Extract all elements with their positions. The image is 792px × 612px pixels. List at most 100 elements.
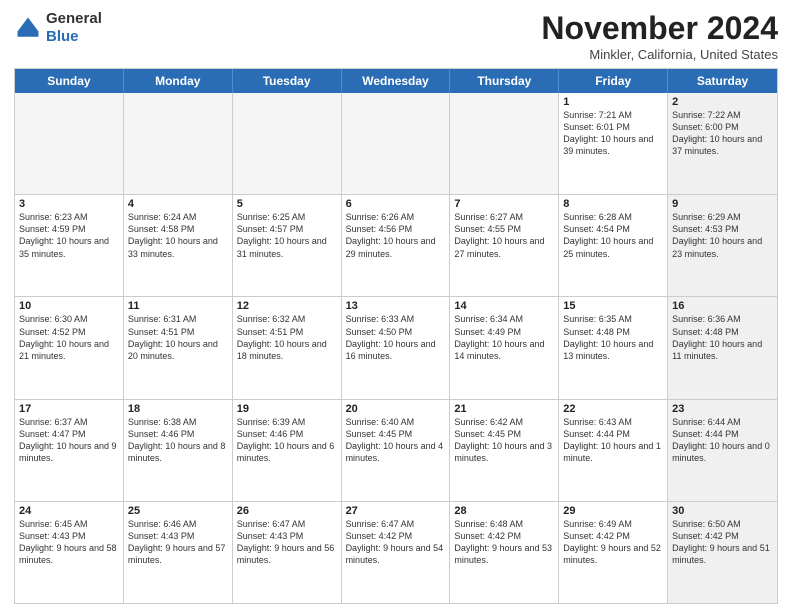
cell-info: Sunrise: 6:42 AM Sunset: 4:45 PM Dayligh… xyxy=(454,416,554,465)
day-number: 14 xyxy=(454,300,554,312)
cell-info: Sunrise: 7:22 AM Sunset: 6:00 PM Dayligh… xyxy=(672,109,773,158)
calendar-cell: 2Sunrise: 7:22 AM Sunset: 6:00 PM Daylig… xyxy=(668,93,777,194)
cell-info: Sunrise: 6:29 AM Sunset: 4:53 PM Dayligh… xyxy=(672,211,773,260)
calendar-cell: 26Sunrise: 6:47 AM Sunset: 4:43 PM Dayli… xyxy=(233,502,342,603)
calendar-cell: 25Sunrise: 6:46 AM Sunset: 4:43 PM Dayli… xyxy=(124,502,233,603)
day-number: 27 xyxy=(346,505,446,517)
day-number: 22 xyxy=(563,403,663,415)
day-number: 16 xyxy=(672,300,773,312)
calendar-cell xyxy=(450,93,559,194)
calendar-cell: 17Sunrise: 6:37 AM Sunset: 4:47 PM Dayli… xyxy=(15,400,124,501)
cell-info: Sunrise: 6:30 AM Sunset: 4:52 PM Dayligh… xyxy=(19,313,119,362)
day-of-week-header: Wednesday xyxy=(342,69,451,93)
logo-general: General xyxy=(46,10,102,27)
cell-info: Sunrise: 6:33 AM Sunset: 4:50 PM Dayligh… xyxy=(346,313,446,362)
calendar-cell: 5Sunrise: 6:25 AM Sunset: 4:57 PM Daylig… xyxy=(233,195,342,296)
calendar-cell: 14Sunrise: 6:34 AM Sunset: 4:49 PM Dayli… xyxy=(450,297,559,398)
calendar-cell: 18Sunrise: 6:38 AM Sunset: 4:46 PM Dayli… xyxy=(124,400,233,501)
day-number: 7 xyxy=(454,198,554,210)
logo-blue: Blue xyxy=(46,28,79,45)
calendar-body: 1Sunrise: 7:21 AM Sunset: 6:01 PM Daylig… xyxy=(15,93,777,603)
cell-info: Sunrise: 6:25 AM Sunset: 4:57 PM Dayligh… xyxy=(237,211,337,260)
calendar-cell: 30Sunrise: 6:50 AM Sunset: 4:42 PM Dayli… xyxy=(668,502,777,603)
logo: General Blue xyxy=(14,10,102,46)
cell-info: Sunrise: 6:28 AM Sunset: 4:54 PM Dayligh… xyxy=(563,211,663,260)
day-number: 25 xyxy=(128,505,228,517)
calendar-cell: 27Sunrise: 6:47 AM Sunset: 4:42 PM Dayli… xyxy=(342,502,451,603)
cell-info: Sunrise: 7:21 AM Sunset: 6:01 PM Dayligh… xyxy=(563,109,663,158)
day-number: 20 xyxy=(346,403,446,415)
cell-info: Sunrise: 6:26 AM Sunset: 4:56 PM Dayligh… xyxy=(346,211,446,260)
calendar-cell: 8Sunrise: 6:28 AM Sunset: 4:54 PM Daylig… xyxy=(559,195,668,296)
day-number: 23 xyxy=(672,403,773,415)
calendar-row: 24Sunrise: 6:45 AM Sunset: 4:43 PM Dayli… xyxy=(15,502,777,603)
calendar-cell: 1Sunrise: 7:21 AM Sunset: 6:01 PM Daylig… xyxy=(559,93,668,194)
day-number: 3 xyxy=(19,198,119,210)
calendar-cell: 13Sunrise: 6:33 AM Sunset: 4:50 PM Dayli… xyxy=(342,297,451,398)
calendar-row: 10Sunrise: 6:30 AM Sunset: 4:52 PM Dayli… xyxy=(15,297,777,399)
day-number: 5 xyxy=(237,198,337,210)
day-number: 8 xyxy=(563,198,663,210)
calendar-row: 3Sunrise: 6:23 AM Sunset: 4:59 PM Daylig… xyxy=(15,195,777,297)
cell-info: Sunrise: 6:27 AM Sunset: 4:55 PM Dayligh… xyxy=(454,211,554,260)
cell-info: Sunrise: 6:49 AM Sunset: 4:42 PM Dayligh… xyxy=(563,518,663,567)
day-of-week-header: Friday xyxy=(559,69,668,93)
day-number: 21 xyxy=(454,403,554,415)
day-of-week-header: Monday xyxy=(124,69,233,93)
day-number: 4 xyxy=(128,198,228,210)
logo-text: General Blue xyxy=(46,10,102,46)
calendar-cell: 29Sunrise: 6:49 AM Sunset: 4:42 PM Dayli… xyxy=(559,502,668,603)
day-number: 17 xyxy=(19,403,119,415)
calendar-cell: 3Sunrise: 6:23 AM Sunset: 4:59 PM Daylig… xyxy=(15,195,124,296)
calendar-cell: 23Sunrise: 6:44 AM Sunset: 4:44 PM Dayli… xyxy=(668,400,777,501)
cell-info: Sunrise: 6:39 AM Sunset: 4:46 PM Dayligh… xyxy=(237,416,337,465)
calendar-cell: 15Sunrise: 6:35 AM Sunset: 4:48 PM Dayli… xyxy=(559,297,668,398)
day-of-week-header: Thursday xyxy=(450,69,559,93)
cell-info: Sunrise: 6:40 AM Sunset: 4:45 PM Dayligh… xyxy=(346,416,446,465)
calendar-cell: 7Sunrise: 6:27 AM Sunset: 4:55 PM Daylig… xyxy=(450,195,559,296)
calendar-cell: 19Sunrise: 6:39 AM Sunset: 4:46 PM Dayli… xyxy=(233,400,342,501)
day-of-week-header: Sunday xyxy=(15,69,124,93)
calendar-cell: 16Sunrise: 6:36 AM Sunset: 4:48 PM Dayli… xyxy=(668,297,777,398)
header: General Blue November 2024 Minkler, Cali… xyxy=(14,10,778,62)
day-number: 15 xyxy=(563,300,663,312)
cell-info: Sunrise: 6:46 AM Sunset: 4:43 PM Dayligh… xyxy=(128,518,228,567)
page: General Blue November 2024 Minkler, Cali… xyxy=(0,0,792,612)
day-number: 29 xyxy=(563,505,663,517)
day-number: 30 xyxy=(672,505,773,517)
calendar-row: 1Sunrise: 7:21 AM Sunset: 6:01 PM Daylig… xyxy=(15,93,777,195)
cell-info: Sunrise: 6:43 AM Sunset: 4:44 PM Dayligh… xyxy=(563,416,663,465)
calendar-cell: 22Sunrise: 6:43 AM Sunset: 4:44 PM Dayli… xyxy=(559,400,668,501)
calendar-cell: 4Sunrise: 6:24 AM Sunset: 4:58 PM Daylig… xyxy=(124,195,233,296)
day-of-week-header: Saturday xyxy=(668,69,777,93)
calendar-cell: 12Sunrise: 6:32 AM Sunset: 4:51 PM Dayli… xyxy=(233,297,342,398)
day-number: 19 xyxy=(237,403,337,415)
cell-info: Sunrise: 6:47 AM Sunset: 4:43 PM Dayligh… xyxy=(237,518,337,567)
cell-info: Sunrise: 6:34 AM Sunset: 4:49 PM Dayligh… xyxy=(454,313,554,362)
cell-info: Sunrise: 6:38 AM Sunset: 4:46 PM Dayligh… xyxy=(128,416,228,465)
calendar-cell: 24Sunrise: 6:45 AM Sunset: 4:43 PM Dayli… xyxy=(15,502,124,603)
cell-info: Sunrise: 6:32 AM Sunset: 4:51 PM Dayligh… xyxy=(237,313,337,362)
cell-info: Sunrise: 6:24 AM Sunset: 4:58 PM Dayligh… xyxy=(128,211,228,260)
month-title: November 2024 xyxy=(541,10,778,47)
cell-info: Sunrise: 6:36 AM Sunset: 4:48 PM Dayligh… xyxy=(672,313,773,362)
calendar-cell xyxy=(342,93,451,194)
day-number: 10 xyxy=(19,300,119,312)
day-number: 2 xyxy=(672,96,773,108)
location: Minkler, California, United States xyxy=(541,47,778,62)
calendar-cell: 20Sunrise: 6:40 AM Sunset: 4:45 PM Dayli… xyxy=(342,400,451,501)
day-number: 11 xyxy=(128,300,228,312)
day-of-week-header: Tuesday xyxy=(233,69,342,93)
cell-info: Sunrise: 6:37 AM Sunset: 4:47 PM Dayligh… xyxy=(19,416,119,465)
cell-info: Sunrise: 6:35 AM Sunset: 4:48 PM Dayligh… xyxy=(563,313,663,362)
calendar-cell xyxy=(124,93,233,194)
day-number: 24 xyxy=(19,505,119,517)
day-number: 1 xyxy=(563,96,663,108)
cell-info: Sunrise: 6:45 AM Sunset: 4:43 PM Dayligh… xyxy=(19,518,119,567)
calendar-cell xyxy=(15,93,124,194)
calendar-cell: 6Sunrise: 6:26 AM Sunset: 4:56 PM Daylig… xyxy=(342,195,451,296)
calendar-header: SundayMondayTuesdayWednesdayThursdayFrid… xyxy=(15,69,777,93)
calendar-cell: 10Sunrise: 6:30 AM Sunset: 4:52 PM Dayli… xyxy=(15,297,124,398)
day-number: 13 xyxy=(346,300,446,312)
calendar-cell: 9Sunrise: 6:29 AM Sunset: 4:53 PM Daylig… xyxy=(668,195,777,296)
